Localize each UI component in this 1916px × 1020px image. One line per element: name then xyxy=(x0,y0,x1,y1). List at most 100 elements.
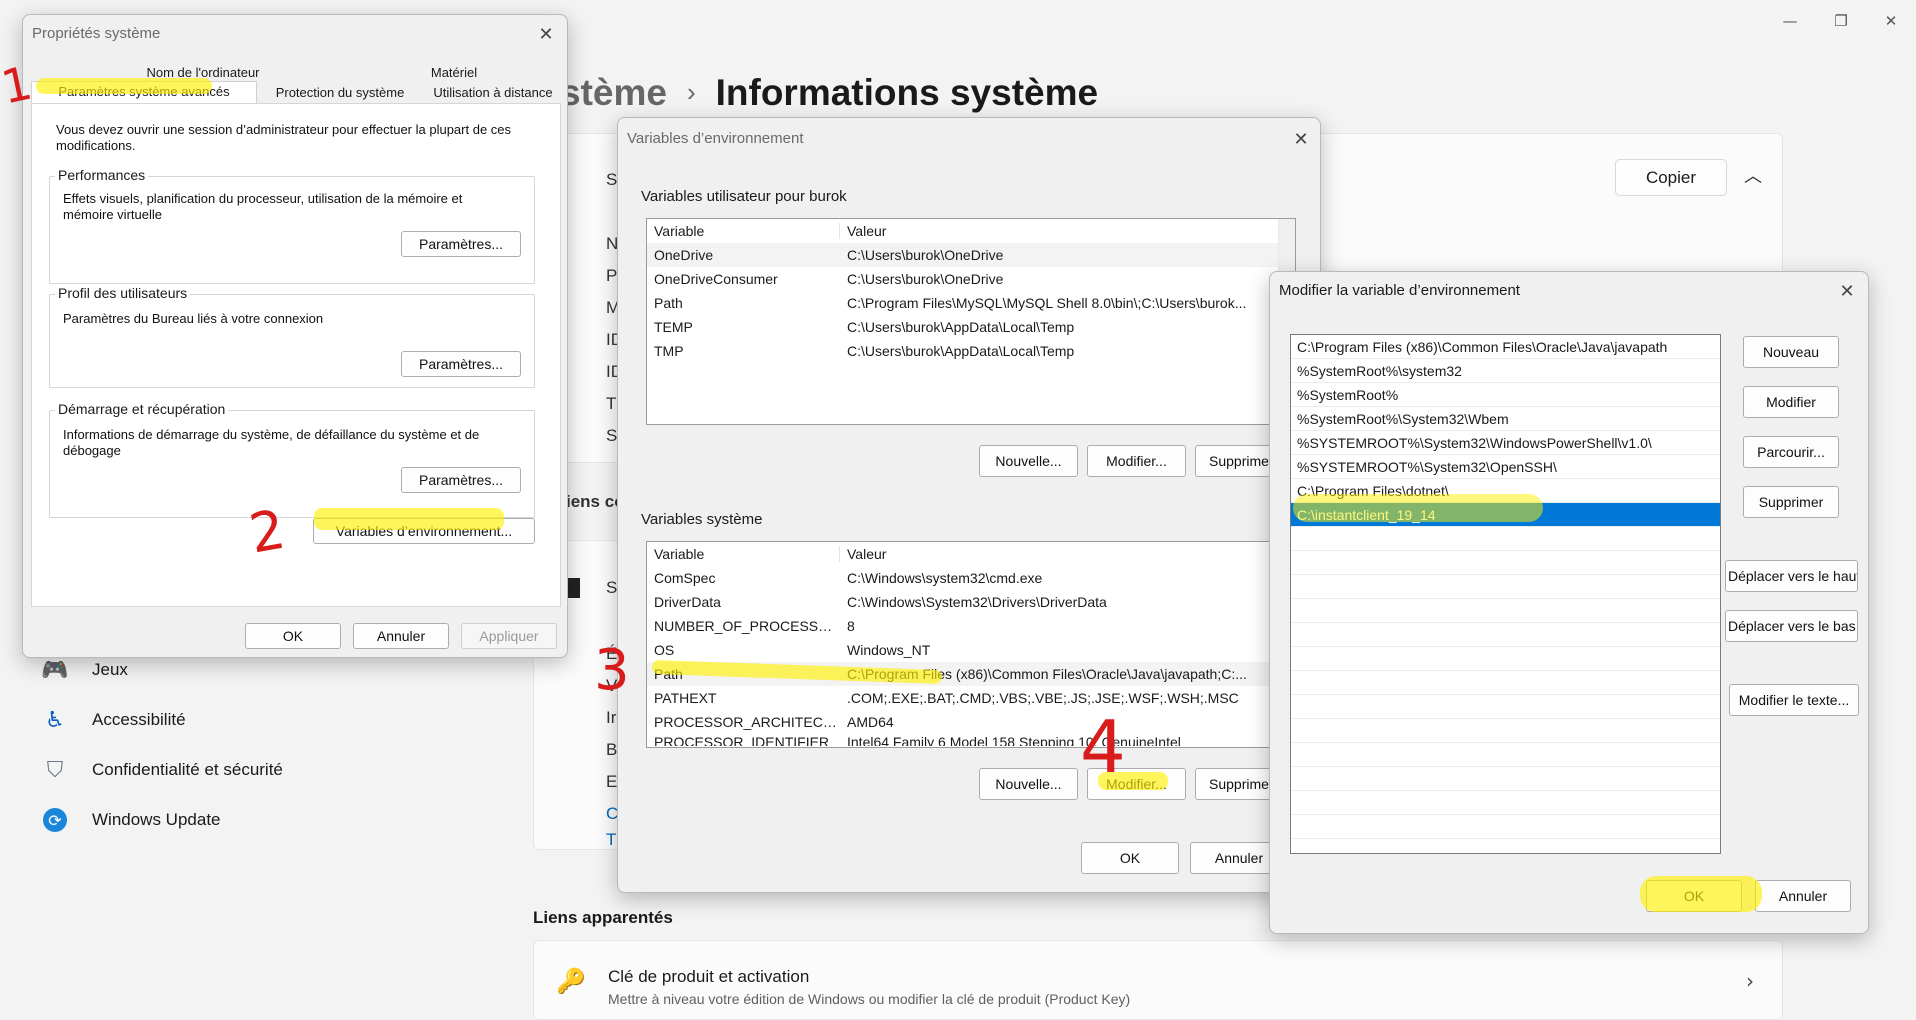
close-icon[interactable]: ✕ xyxy=(1832,278,1862,306)
tab-system-protection[interactable]: Protection du système xyxy=(259,83,421,103)
list-item[interactable]: C:\Program Files (x86)\Common Files\Orac… xyxy=(1291,335,1720,359)
product-key-title: Clé de produit et activation xyxy=(608,967,810,986)
delete-button[interactable]: Supprimer xyxy=(1743,486,1839,518)
var-value: Windows_NT xyxy=(847,642,931,658)
product-key-desc: Mettre à niveau votre édition de Windows… xyxy=(608,991,1131,1007)
list-item[interactable]: %SYSTEMROOT%\System32\WindowsPowerShell\… xyxy=(1291,431,1720,455)
move-down-button[interactable]: Déplacer vers le bas xyxy=(1725,610,1858,642)
empty-row[interactable] xyxy=(1291,695,1720,719)
system-new-button[interactable]: Nouvelle... xyxy=(979,768,1078,800)
edit-variable-dialog: Modifier la variable d’environnement ✕ C… xyxy=(1269,271,1869,934)
system-vars-list[interactable]: Variable Valeur ComSpec C:\Windows\system… xyxy=(646,541,1296,748)
highlight-new-path xyxy=(1293,494,1543,522)
tab-hardware[interactable]: Matériel xyxy=(399,63,509,83)
nav-item-label: Confidentialité et sécurité xyxy=(92,760,283,779)
table-row[interactable]: Path C:\Program Files\MySQL\MySQL Shell 8… xyxy=(647,291,1295,315)
highlight-env-button xyxy=(314,508,504,530)
startup-desc: Informations de démarrage du système, de… xyxy=(63,427,480,458)
table-row[interactable]: DriverData C:\Windows\System32\Drivers\Dr… xyxy=(647,590,1295,614)
startup-settings-button[interactable]: Paramètres... xyxy=(401,467,521,493)
peek-text: B xyxy=(606,740,618,759)
ok-button[interactable]: OK xyxy=(1081,842,1179,874)
startup-label: Démarrage et récupération xyxy=(55,401,229,417)
table-row[interactable]: TMP C:\Users\burok\AppData\Local\Temp xyxy=(647,339,1295,363)
product-key-link[interactable]: 🔑 Clé de produit et activation Mettre à … xyxy=(533,940,1783,1020)
empty-row[interactable] xyxy=(1291,743,1720,767)
move-up-button[interactable]: Déplacer vers le haut xyxy=(1725,560,1858,592)
new-button[interactable]: Nouveau xyxy=(1743,336,1839,368)
empty-row[interactable] xyxy=(1291,815,1720,839)
col-value[interactable]: Valeur xyxy=(840,223,1260,239)
empty-row[interactable] xyxy=(1291,599,1720,623)
edit-button[interactable]: Modifier xyxy=(1743,386,1839,418)
restore-icon[interactable]: ❐ xyxy=(1818,6,1864,36)
empty-row[interactable] xyxy=(1291,623,1720,647)
empty-row[interactable] xyxy=(1291,527,1720,551)
edit-text-button[interactable]: Modifier le texte... xyxy=(1729,684,1859,716)
apply-button[interactable]: Appliquer xyxy=(461,623,557,649)
peek-text: T xyxy=(606,394,617,413)
browse-button[interactable]: Parcourir... xyxy=(1743,436,1839,468)
breadcrumb-parent[interactable]: stème xyxy=(560,72,667,113)
copy-button[interactable]: Copier xyxy=(1615,159,1727,196)
col-variable[interactable]: Variable xyxy=(647,223,840,239)
table-row[interactable]: OneDriveConsumer C:\Users\burok\OneDrive xyxy=(647,267,1295,291)
empty-row[interactable] xyxy=(1291,767,1720,791)
user-edit-button[interactable]: Modifier... xyxy=(1087,445,1186,477)
col-value[interactable]: Valeur xyxy=(840,546,1260,562)
window-close-icon[interactable]: ✕ xyxy=(1868,6,1914,36)
path-list[interactable]: C:\Program Files (x86)\Common Files\Orac… xyxy=(1290,334,1721,854)
nav-item-accessibilite[interactable]: ♿ Accessibilité xyxy=(40,700,186,740)
user-new-button[interactable]: Nouvelle... xyxy=(979,445,1078,477)
performance-settings-button[interactable]: Paramètres... xyxy=(401,231,521,257)
var-value: C:\Users\burok\OneDrive xyxy=(847,247,1004,263)
empty-row[interactable] xyxy=(1291,647,1720,671)
profile-label: Profil des utilisateurs xyxy=(55,285,191,301)
table-row[interactable]: OneDrive C:\Users\burok\OneDrive xyxy=(647,243,1295,267)
list-item[interactable]: %SYSTEMROOT%\System32\OpenSSH\ xyxy=(1291,455,1720,479)
user-delete-button[interactable]: Supprimer xyxy=(1195,445,1279,477)
list-item[interactable]: %SystemRoot%\System32\Wbem xyxy=(1291,407,1720,431)
var-name: NUMBER_OF_PROCESSORS xyxy=(654,618,840,634)
profile-settings-button[interactable]: Paramètres... xyxy=(401,351,521,377)
empty-row[interactable] xyxy=(1291,575,1720,599)
system-properties-dialog: Propriétés système ✕ Nom de l'ordinateur… xyxy=(22,14,568,658)
user-vars-list[interactable]: Variable Valeur OneDrive C:\Users\burok\O… xyxy=(646,218,1296,425)
table-row[interactable]: OS Windows_NT xyxy=(647,638,1295,662)
minimize-icon[interactable]: — xyxy=(1767,6,1813,36)
chevron-up-icon[interactable]: ︿ xyxy=(1740,160,1766,194)
table-row[interactable]: TEMP C:\Users\burok\AppData\Local\Temp xyxy=(647,315,1295,339)
empty-row[interactable] xyxy=(1291,671,1720,695)
tab-remote[interactable]: Utilisation à distance xyxy=(423,83,563,103)
close-icon[interactable]: ✕ xyxy=(531,21,561,49)
ok-button[interactable]: OK xyxy=(245,623,341,649)
empty-row[interactable] xyxy=(1291,551,1720,575)
table-row[interactable]: PROCESSOR_IDENTIFIER Intel64 Family 6 Mod… xyxy=(647,734,1295,746)
list-item[interactable]: %SystemRoot%\system32 xyxy=(1291,359,1720,383)
gamepad-icon: 🎮 xyxy=(41,657,69,683)
list-item[interactable]: %SystemRoot% xyxy=(1291,383,1720,407)
var-name: PROCESSOR_ARCHITECTU... xyxy=(654,714,840,730)
nav-item-label: Accessibilité xyxy=(92,710,186,729)
var-value: C:\Windows\system32\cmd.exe xyxy=(847,570,1043,586)
var-value: C:\Users\burok\AppData\Local\Temp xyxy=(847,343,1075,359)
nav-item-label: Windows Update xyxy=(92,810,221,829)
empty-row[interactable] xyxy=(1291,719,1720,743)
table-row[interactable]: PROCESSOR_ARCHITECTU... AMD64 xyxy=(647,710,1295,734)
accessibility-icon: ♿ xyxy=(45,707,65,733)
table-row[interactable]: NUMBER_OF_PROCESSORS 8 xyxy=(647,614,1295,638)
breadcrumb-current: Informations système xyxy=(715,72,1099,113)
nav-item-windows-update[interactable]: ⟳ Windows Update xyxy=(40,800,221,840)
empty-row[interactable] xyxy=(1291,791,1720,815)
system-delete-button[interactable]: Supprimer xyxy=(1195,768,1279,800)
windows-logo-icon xyxy=(566,578,580,598)
breadcrumb-separator: › xyxy=(686,77,696,107)
table-row[interactable]: ComSpec C:\Windows\system32\cmd.exe xyxy=(647,566,1295,590)
nav-item-confidentialite[interactable]: ⛉ Confidentialité et sécurité xyxy=(40,750,283,790)
col-variable[interactable]: Variable xyxy=(647,546,840,562)
peek-link[interactable]: T xyxy=(606,830,616,850)
cancel-button[interactable]: Annuler xyxy=(353,623,449,649)
cancel-button[interactable]: Annuler xyxy=(1755,880,1851,912)
close-icon[interactable]: ✕ xyxy=(1286,126,1316,154)
table-row[interactable]: PATHEXT .COM;.EXE;.BAT;.CMD;.VBS;.VBE;.JS… xyxy=(647,686,1295,710)
